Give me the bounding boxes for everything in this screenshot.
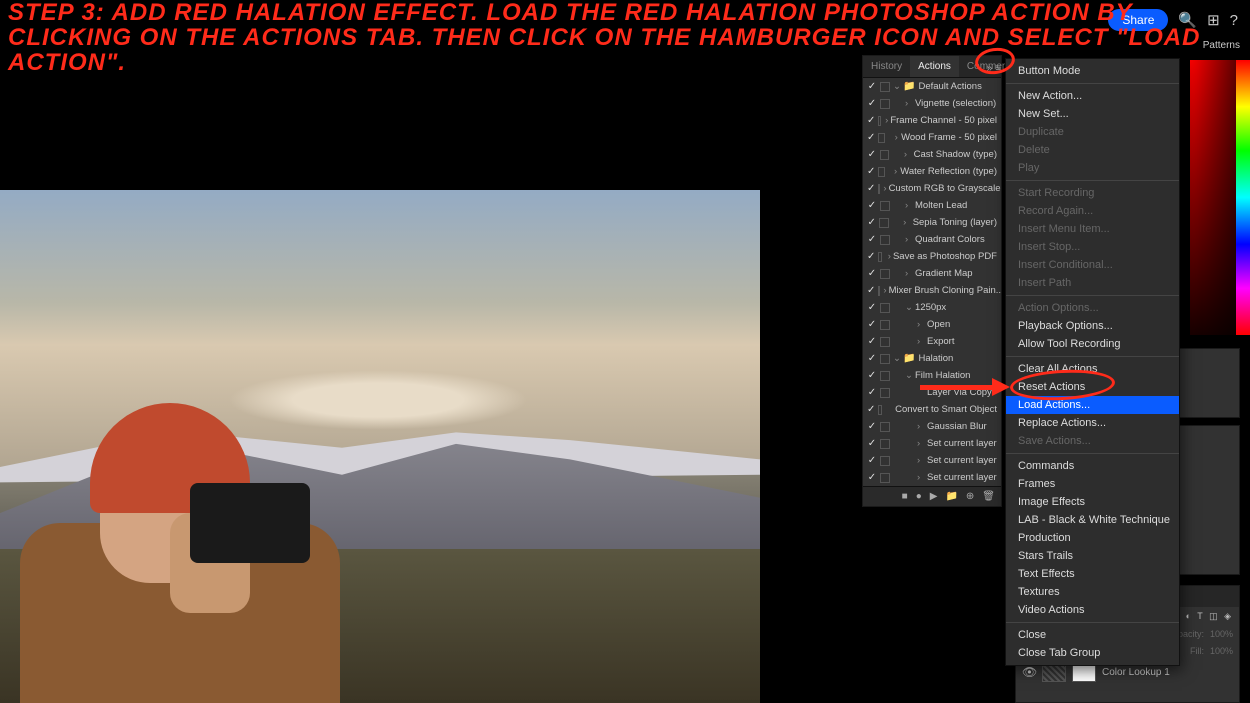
action-item[interactable]: ✓Convert to Smart Object [863,401,1001,418]
document-canvas[interactable] [0,190,760,703]
menu-item[interactable]: Production [1006,529,1179,547]
visibility-icon[interactable]: 👁 [1022,665,1036,679]
action-item[interactable]: ✓⌄1250px [863,299,1001,316]
action-item[interactable]: ✓›Quadrant Colors [863,231,1001,248]
menu-item: Insert Path [1006,274,1179,292]
menu-item: Start Recording [1006,184,1179,202]
new-set-icon[interactable]: 📁 [945,491,957,502]
fill-label: Fill: [1190,646,1204,656]
menu-item[interactable]: Commands [1006,457,1179,475]
menu-item: Save Actions... [1006,432,1179,450]
menu-item: Action Options... [1006,299,1179,317]
menu-item[interactable]: Close [1006,626,1179,644]
annotation-arrow [920,378,1010,396]
hue-slider[interactable] [1236,60,1250,335]
menu-item: Play [1006,159,1179,177]
stop-icon[interactable]: ■ [902,491,908,502]
menu-item[interactable]: Stars Trails [1006,547,1179,565]
menu-item: Insert Menu Item... [1006,220,1179,238]
action-item[interactable]: ✓›Save as Photoshop PDF [863,248,1001,265]
new-action-icon[interactable]: ⊕ [966,491,974,502]
actions-panel: History Actions Comments » ≡ ✓⌄📁Default … [862,55,1002,507]
trash-icon[interactable]: 🗑 [982,491,995,502]
record-icon[interactable]: ● [916,491,922,502]
action-item[interactable]: ✓›Vignette (selection) [863,95,1001,112]
color-picker-panel[interactable] [1190,60,1250,335]
menu-item: Duplicate [1006,123,1179,141]
play-icon[interactable]: ▶ [930,491,938,502]
menu-item[interactable]: Replace Actions... [1006,414,1179,432]
layer-name[interactable]: Color Lookup 1 [1102,667,1170,678]
menu-item: Delete [1006,141,1179,159]
menu-item[interactable]: LAB - Black & White Technique [1006,511,1179,529]
action-item[interactable]: ✓›Molten Lead [863,197,1001,214]
menu-item: Record Again... [1006,202,1179,220]
action-item[interactable]: ✓›Cast Shadow (type) [863,146,1001,163]
action-item[interactable]: ✓›Open [863,316,1001,333]
action-item[interactable]: ✓›Water Reflection (type) [863,163,1001,180]
menu-item[interactable]: Close Tab Group [1006,644,1179,662]
menu-item[interactable]: Allow Tool Recording [1006,335,1179,353]
actions-list[interactable]: ✓⌄📁Default Actions✓›Vignette (selection)… [863,78,1001,486]
actions-flyout-menu[interactable]: Button ModeNew Action...New Set...Duplic… [1005,58,1180,666]
action-item[interactable]: ✓⌄📁Default Actions [863,78,1001,95]
menu-item[interactable]: Image Effects [1006,493,1179,511]
action-item[interactable]: ✓›Set current layer [863,452,1001,469]
action-item[interactable]: ✓›Frame Channel - 50 pixel [863,112,1001,129]
menu-item: Insert Conditional... [1006,256,1179,274]
action-item[interactable]: ✓›Gaussian Blur [863,418,1001,435]
menu-item[interactable]: Text Effects [1006,565,1179,583]
menu-item[interactable]: Playback Options... [1006,317,1179,335]
action-item[interactable]: ✓›Gradient Map [863,265,1001,282]
instruction-overlay: Step 3: Add red halation effect. Load th… [8,0,1242,76]
menu-item[interactable]: Video Actions [1006,601,1179,619]
actions-footer: ■ ● ▶ 📁 ⊕ 🗑 [863,486,1001,506]
action-item[interactable]: ✓›Mixer Brush Cloning Pain... [863,282,1001,299]
action-item[interactable]: ✓›Set current layer [863,435,1001,452]
action-item[interactable]: ✓›Wood Frame - 50 pixel [863,129,1001,146]
action-item[interactable]: ✓›Export [863,333,1001,350]
menu-item[interactable]: Textures [1006,583,1179,601]
menu-item[interactable]: New Set... [1006,105,1179,123]
action-item[interactable]: ✓›Sepia Toning (layer) [863,214,1001,231]
menu-item[interactable]: Frames [1006,475,1179,493]
action-item[interactable]: ✓›Custom RGB to Grayscale [863,180,1001,197]
color-field[interactable] [1190,60,1236,335]
action-item[interactable]: ✓⌄📁Halation [863,350,1001,367]
opacity-value[interactable]: 100% [1210,629,1233,639]
action-item[interactable]: ✓›Set current layer [863,469,1001,486]
fill-value[interactable]: 100% [1210,646,1233,656]
menu-item: Insert Stop... [1006,238,1179,256]
menu-item[interactable]: New Action... [1006,87,1179,105]
filter-icons[interactable]: ▫ ◐ T ◫ ◈ [1176,611,1233,622]
